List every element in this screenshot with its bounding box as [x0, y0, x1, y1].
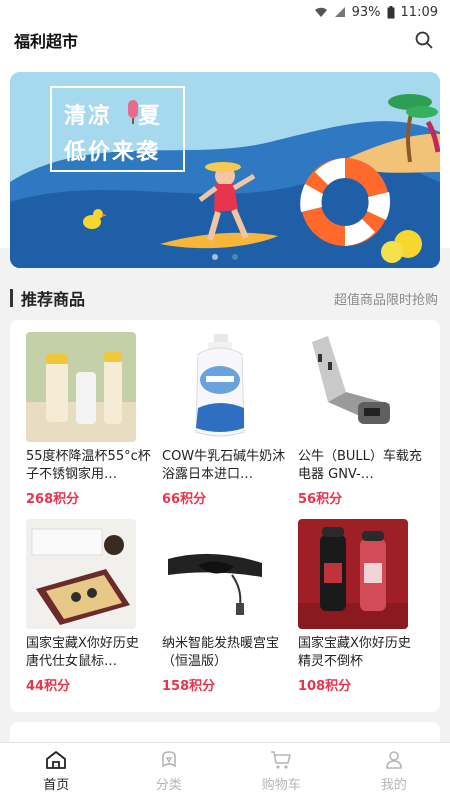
- wifi-icon: [314, 6, 328, 18]
- search-icon: [415, 31, 433, 49]
- product-image-cup: [26, 332, 136, 442]
- carousel-dots: [10, 254, 440, 260]
- tab-home[interactable]: 首页: [0, 743, 113, 800]
- product-name: 国家宝藏X你好历史 精灵不倒杯: [298, 636, 411, 669]
- product-item[interactable]: 55度杯降温杯55°c杯子不锈钢家用… 268积分: [26, 332, 156, 507]
- page-title: 福利超市: [14, 32, 79, 51]
- product-name: 国家宝藏X你好历史 唐代仕女鼠标…: [26, 636, 139, 669]
- product-image-tumbler: [298, 519, 408, 629]
- product-image-charger: [298, 332, 408, 442]
- product-name: 纳米智能发热暖宫宝（恒温版）: [162, 636, 280, 669]
- product-price: 66积分: [162, 492, 207, 507]
- banner-title-frame: 清凉夏 低价来袭: [50, 86, 185, 172]
- tab-category[interactable]: 分类: [113, 743, 226, 800]
- tab-profile[interactable]: 我的: [338, 743, 450, 800]
- product-item[interactable]: 公牛（BULL）车载充电器 GNV-… 56积分: [298, 332, 428, 507]
- search-button[interactable]: [412, 28, 436, 52]
- product-name: 55度杯降温杯55°c杯子不锈钢家用…: [26, 449, 151, 482]
- product-price: 268积分: [26, 492, 80, 507]
- tab-cart[interactable]: 购物车: [225, 743, 338, 800]
- product-price: 44积分: [26, 679, 71, 694]
- banner-line1: 清凉夏: [64, 104, 163, 129]
- section-title-text: 推荐商品: [21, 290, 86, 309]
- product-image-warmer: [162, 519, 272, 629]
- tab-profile-label: 我的: [380, 778, 407, 793]
- battery-percent: 93%: [351, 4, 381, 20]
- bottom-tab-bar: 首页 分类 购物车 我的: [0, 742, 450, 800]
- home-icon: [46, 751, 67, 769]
- product-price: 158积分: [162, 679, 216, 694]
- product-item[interactable]: 国家宝藏X你好历史 精灵不倒杯 108积分: [298, 519, 428, 694]
- banner-line2: 低价来袭: [64, 140, 161, 165]
- product-image-mousepad: [26, 519, 136, 629]
- product-card: 55度杯降温杯55°c杯子不锈钢家用… 268积分 COW牛乳石碱牛奶沐浴露日本…: [10, 320, 440, 712]
- tab-category-label: 分类: [155, 778, 182, 793]
- tab-cart-label: 购物车: [261, 778, 301, 793]
- status-bar: 93% 11:09: [0, 0, 450, 24]
- battery-icon: [387, 5, 395, 19]
- product-grid: 55度杯降温杯55°c杯子不锈钢家用… 268积分 COW牛乳石碱牛奶沐浴露日本…: [26, 332, 426, 694]
- product-name: 公牛（BULL）车载充电器 GNV-…: [298, 449, 422, 482]
- product-price: 56积分: [298, 492, 343, 507]
- product-item[interactable]: COW牛乳石碱牛奶沐浴露日本进口… 66积分: [162, 332, 292, 507]
- section-title: 推荐商品: [10, 286, 85, 310]
- product-item[interactable]: 国家宝藏X你好历史 唐代仕女鼠标… 44积分: [26, 519, 156, 694]
- clock: 11:09: [400, 4, 438, 20]
- product-item[interactable]: 纳米智能发热暖宫宝（恒温版） 158积分: [162, 519, 292, 694]
- recommend-section-header: 推荐商品 超值商品限时抢购: [0, 286, 450, 310]
- section-accent-bar: [10, 289, 13, 307]
- user-icon: [385, 751, 402, 769]
- cart-icon: [271, 751, 292, 769]
- product-price: 108积分: [298, 679, 352, 694]
- section-subtitle-link[interactable]: 超值商品限时抢购: [334, 289, 438, 308]
- tab-home-label: 首页: [43, 778, 70, 793]
- signal-icon: [334, 6, 346, 18]
- category-icon: [161, 751, 176, 768]
- carousel-dot-active[interactable]: [232, 254, 238, 260]
- product-name: COW牛乳石碱牛奶沐浴露日本进口…: [162, 449, 286, 482]
- promo-banner[interactable]: 清凉夏 低价来袭: [10, 72, 440, 268]
- product-image-bodywash: [162, 332, 272, 442]
- app-header: 福利超市: [0, 24, 450, 56]
- carousel-dot[interactable]: [212, 254, 218, 260]
